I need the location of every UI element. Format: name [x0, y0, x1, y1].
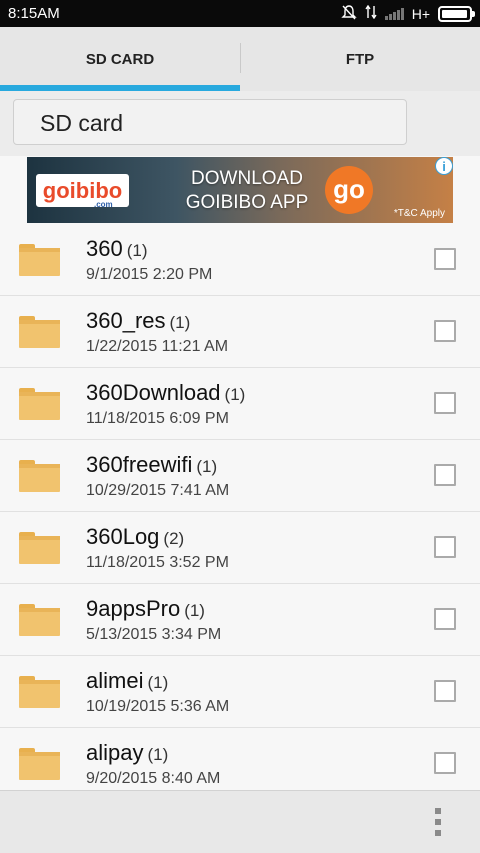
network-type: H+	[411, 5, 430, 22]
item-name-line: 360Download (1)	[86, 380, 245, 406]
ad-footnote: *T&C Apply	[393, 208, 445, 219]
item-count: (1)	[169, 313, 191, 332]
item-name: 360_res	[86, 308, 166, 333]
battery-icon	[438, 5, 475, 22]
list-item[interactable]: 360Download (1) 11/18/2015 6:09 PM	[0, 368, 480, 440]
folder-icon	[19, 676, 60, 708]
item-count: (1)	[184, 601, 205, 620]
path-bar: SD card	[0, 91, 480, 156]
list-item[interactable]: 360freewifi (1) 10/29/2015 7:41 AM	[0, 440, 480, 512]
ad-brand-sub: .com	[94, 200, 113, 209]
item-name-line: alimei (1)	[86, 668, 168, 694]
ad-info-icon[interactable]: i	[435, 157, 453, 175]
mute-notification-icon	[341, 4, 357, 23]
item-date: 11/18/2015 6:09 PM	[86, 410, 229, 427]
item-name: alimei	[86, 668, 144, 693]
ad-headline-line2: GOIBIBO APP	[185, 192, 309, 213]
item-checkbox[interactable]	[434, 248, 456, 270]
item-date: 11/18/2015 3:52 PM	[86, 554, 229, 571]
item-count: (1)	[147, 673, 169, 692]
tab-sd-card[interactable]: SD CARD	[0, 27, 240, 91]
ad-headline: DOWNLOAD GOIBIBO APP	[172, 167, 322, 215]
item-checkbox[interactable]	[434, 392, 456, 414]
folder-icon	[19, 604, 60, 636]
item-date: 10/29/2015 7:41 AM	[86, 482, 230, 499]
folder-icon	[19, 244, 60, 276]
item-count: (1)	[224, 385, 246, 404]
ad-brand-logo: goibibo .com	[36, 174, 129, 209]
item-date: 9/20/2015 8:40 AM	[86, 770, 221, 787]
signal-icon	[384, 7, 404, 20]
list-item[interactable]: 360_res (1) 1/22/2015 11:21 AM	[0, 296, 480, 368]
item-name: 360freewifi	[86, 452, 193, 477]
item-name: 9appsPro	[86, 596, 181, 621]
item-name: 360Log	[86, 524, 160, 549]
more-options-icon[interactable]	[435, 808, 441, 836]
item-checkbox[interactable]	[434, 680, 456, 702]
item-name: 360Download	[86, 380, 221, 405]
item-count: (1)	[126, 241, 148, 260]
folder-icon	[19, 316, 60, 348]
item-date: 5/13/2015 3:34 PM	[86, 626, 222, 643]
folder-icon	[19, 460, 60, 492]
folder-icon	[19, 388, 60, 420]
ad-headline-line1: DOWNLOAD	[191, 168, 303, 189]
item-checkbox[interactable]	[434, 608, 456, 630]
status-time: 8:15AM	[8, 5, 60, 22]
list-item[interactable]: 360 (1) 9/1/2015 2:20 PM	[0, 224, 480, 296]
item-date: 9/1/2015 2:20 PM	[86, 266, 213, 283]
list-item[interactable]: 9appsPro (1) 5/13/2015 3:34 PM	[0, 584, 480, 656]
list-item[interactable]: alipay (1) 9/20/2015 8:40 AM	[0, 728, 480, 790]
item-checkbox[interactable]	[434, 464, 456, 486]
item-date: 10/19/2015 5:36 AM	[86, 698, 230, 715]
path-breadcrumb-button[interactable]: SD card	[13, 99, 407, 145]
item-name-line: 360 (1)	[86, 236, 148, 262]
item-checkbox[interactable]	[434, 320, 456, 342]
item-count: (1)	[196, 457, 218, 476]
status-icons: H+	[341, 4, 475, 23]
status-bar: 8:15AM H+	[0, 0, 480, 27]
file-list[interactable]: 360 (1) 9/1/2015 2:20 PM 360_res (1) 1/22/201…	[0, 224, 480, 790]
item-name: alipay	[86, 740, 144, 765]
item-date: 1/22/2015 11:21 AM	[86, 338, 229, 355]
list-item[interactable]: 360Log (2) 11/18/2015 3:52 PM	[0, 512, 480, 584]
folder-icon	[19, 532, 60, 564]
item-name-line: alipay (1)	[86, 740, 168, 766]
list-item[interactable]: alimei (1) 10/19/2015 5:36 AM	[0, 656, 480, 728]
item-checkbox[interactable]	[434, 536, 456, 558]
tab-bar: SD CARD FTP	[0, 27, 480, 92]
item-name-line: 360freewifi (1)	[86, 452, 217, 478]
data-transfer-icon	[365, 4, 377, 22]
item-count: (2)	[163, 529, 185, 548]
folder-icon	[19, 748, 60, 780]
ad-banner[interactable]: goibibo .com DOWNLOAD GOIBIBO APP go *T&…	[27, 157, 453, 223]
item-name-line: 360Log (2)	[86, 524, 184, 550]
item-checkbox[interactable]	[434, 752, 456, 774]
tab-ftp[interactable]: FTP	[240, 27, 480, 91]
item-name: 360	[86, 236, 123, 261]
item-name-line: 9appsPro (1)	[86, 596, 205, 622]
ad-go-badge: go	[325, 166, 373, 214]
item-count: (1)	[147, 745, 169, 764]
item-name-line: 360_res (1)	[86, 308, 190, 334]
bottom-toolbar	[0, 790, 480, 853]
